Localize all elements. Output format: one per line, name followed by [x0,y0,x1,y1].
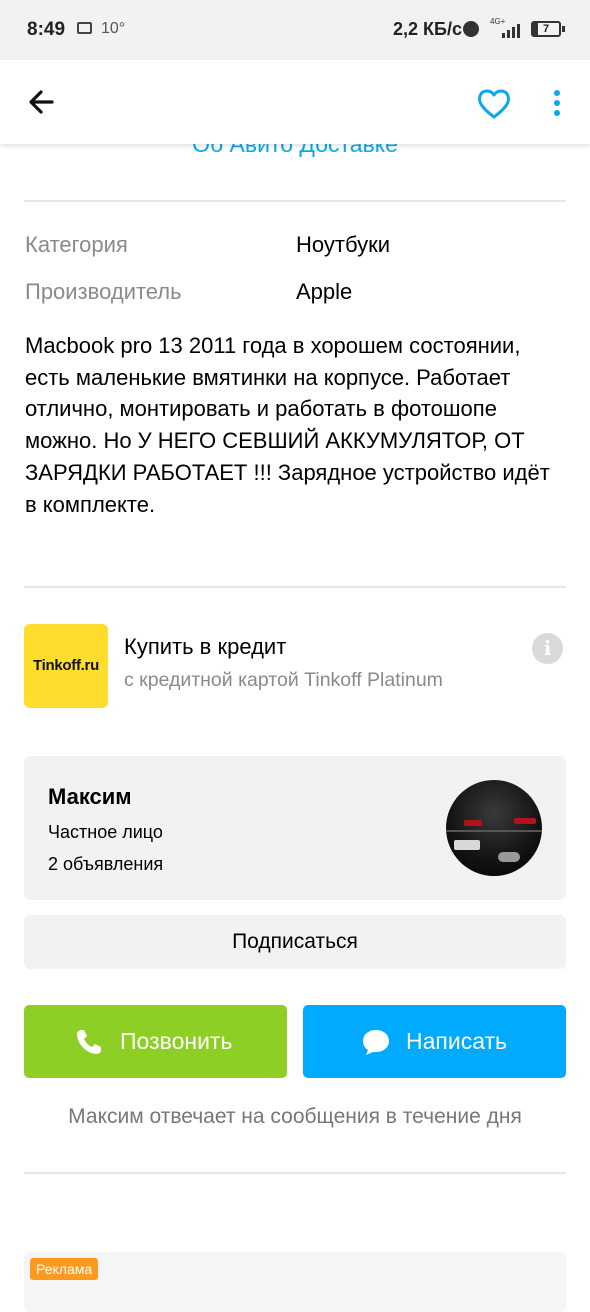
credit-title[interactable]: Купить в кредит [124,634,286,660]
avatar-car-plate [454,840,480,850]
arrow-left-icon[interactable] [22,82,62,122]
more-vertical-icon[interactable] [542,84,572,124]
app-bar [0,60,590,144]
seller-type: Частное лицо [48,822,163,842]
status-bar: 8:49 10° 2,2 КБ/с 4G+ 7 [0,0,590,60]
ad-badge: Реклама [30,1258,99,1280]
status-time: 8:49 [27,19,66,40]
divider [24,1172,566,1174]
call-button-label: Позвонить [120,1028,233,1054]
status-network-speed: 2,2 КБ/с [393,19,462,39]
avatar-car-exhaust [498,852,520,862]
battery-tip [562,26,565,32]
param-label-category: Категория [25,232,128,257]
chat-bubble-icon [363,1030,389,1055]
alarm-icon [463,21,479,37]
param-label-manufacturer: Производитель [25,279,182,304]
ad-card[interactable] [24,1252,566,1312]
param-value-category: Ноутбуки [296,232,390,257]
avatar-car-light [514,818,536,824]
avatar-car-light [464,820,482,826]
seller-card[interactable]: Максим Частное лицо 2 объявления [24,756,566,900]
avatar-car-body [446,830,542,832]
call-button[interactable]: Позвонить [24,1005,287,1078]
divider [24,586,566,588]
divider [24,200,566,202]
battery-icon: 7 [531,21,561,37]
write-button[interactable]: Написать [303,1005,566,1078]
subscribe-button[interactable]: Подписаться [24,915,566,969]
battery-level: 7 [540,23,552,35]
seller-name[interactable]: Максим [48,784,132,810]
avatar[interactable] [446,780,542,876]
voicemail-icon [77,22,92,34]
tinkoff-logo[interactable]: Tinkoff.ru [24,624,108,708]
param-value-manufacturer: Apple [296,279,353,304]
phone-icon [77,1030,101,1054]
status-temperature: 10° [101,20,126,37]
write-button-label: Написать [406,1028,508,1054]
info-icon[interactable]: i [532,633,563,664]
signal-icon [502,24,520,38]
reply-time-note: Максим отвечает на сообщения в течение д… [68,1105,522,1128]
credit-subtitle: с кредитной картой Tinkoff Platinum [124,669,443,691]
heart-outline-icon[interactable] [474,84,514,124]
item-description: Macbook pro 13 2011 года в хорошем состо… [25,333,550,517]
seller-ads-count[interactable]: 2 объявления [48,854,163,875]
